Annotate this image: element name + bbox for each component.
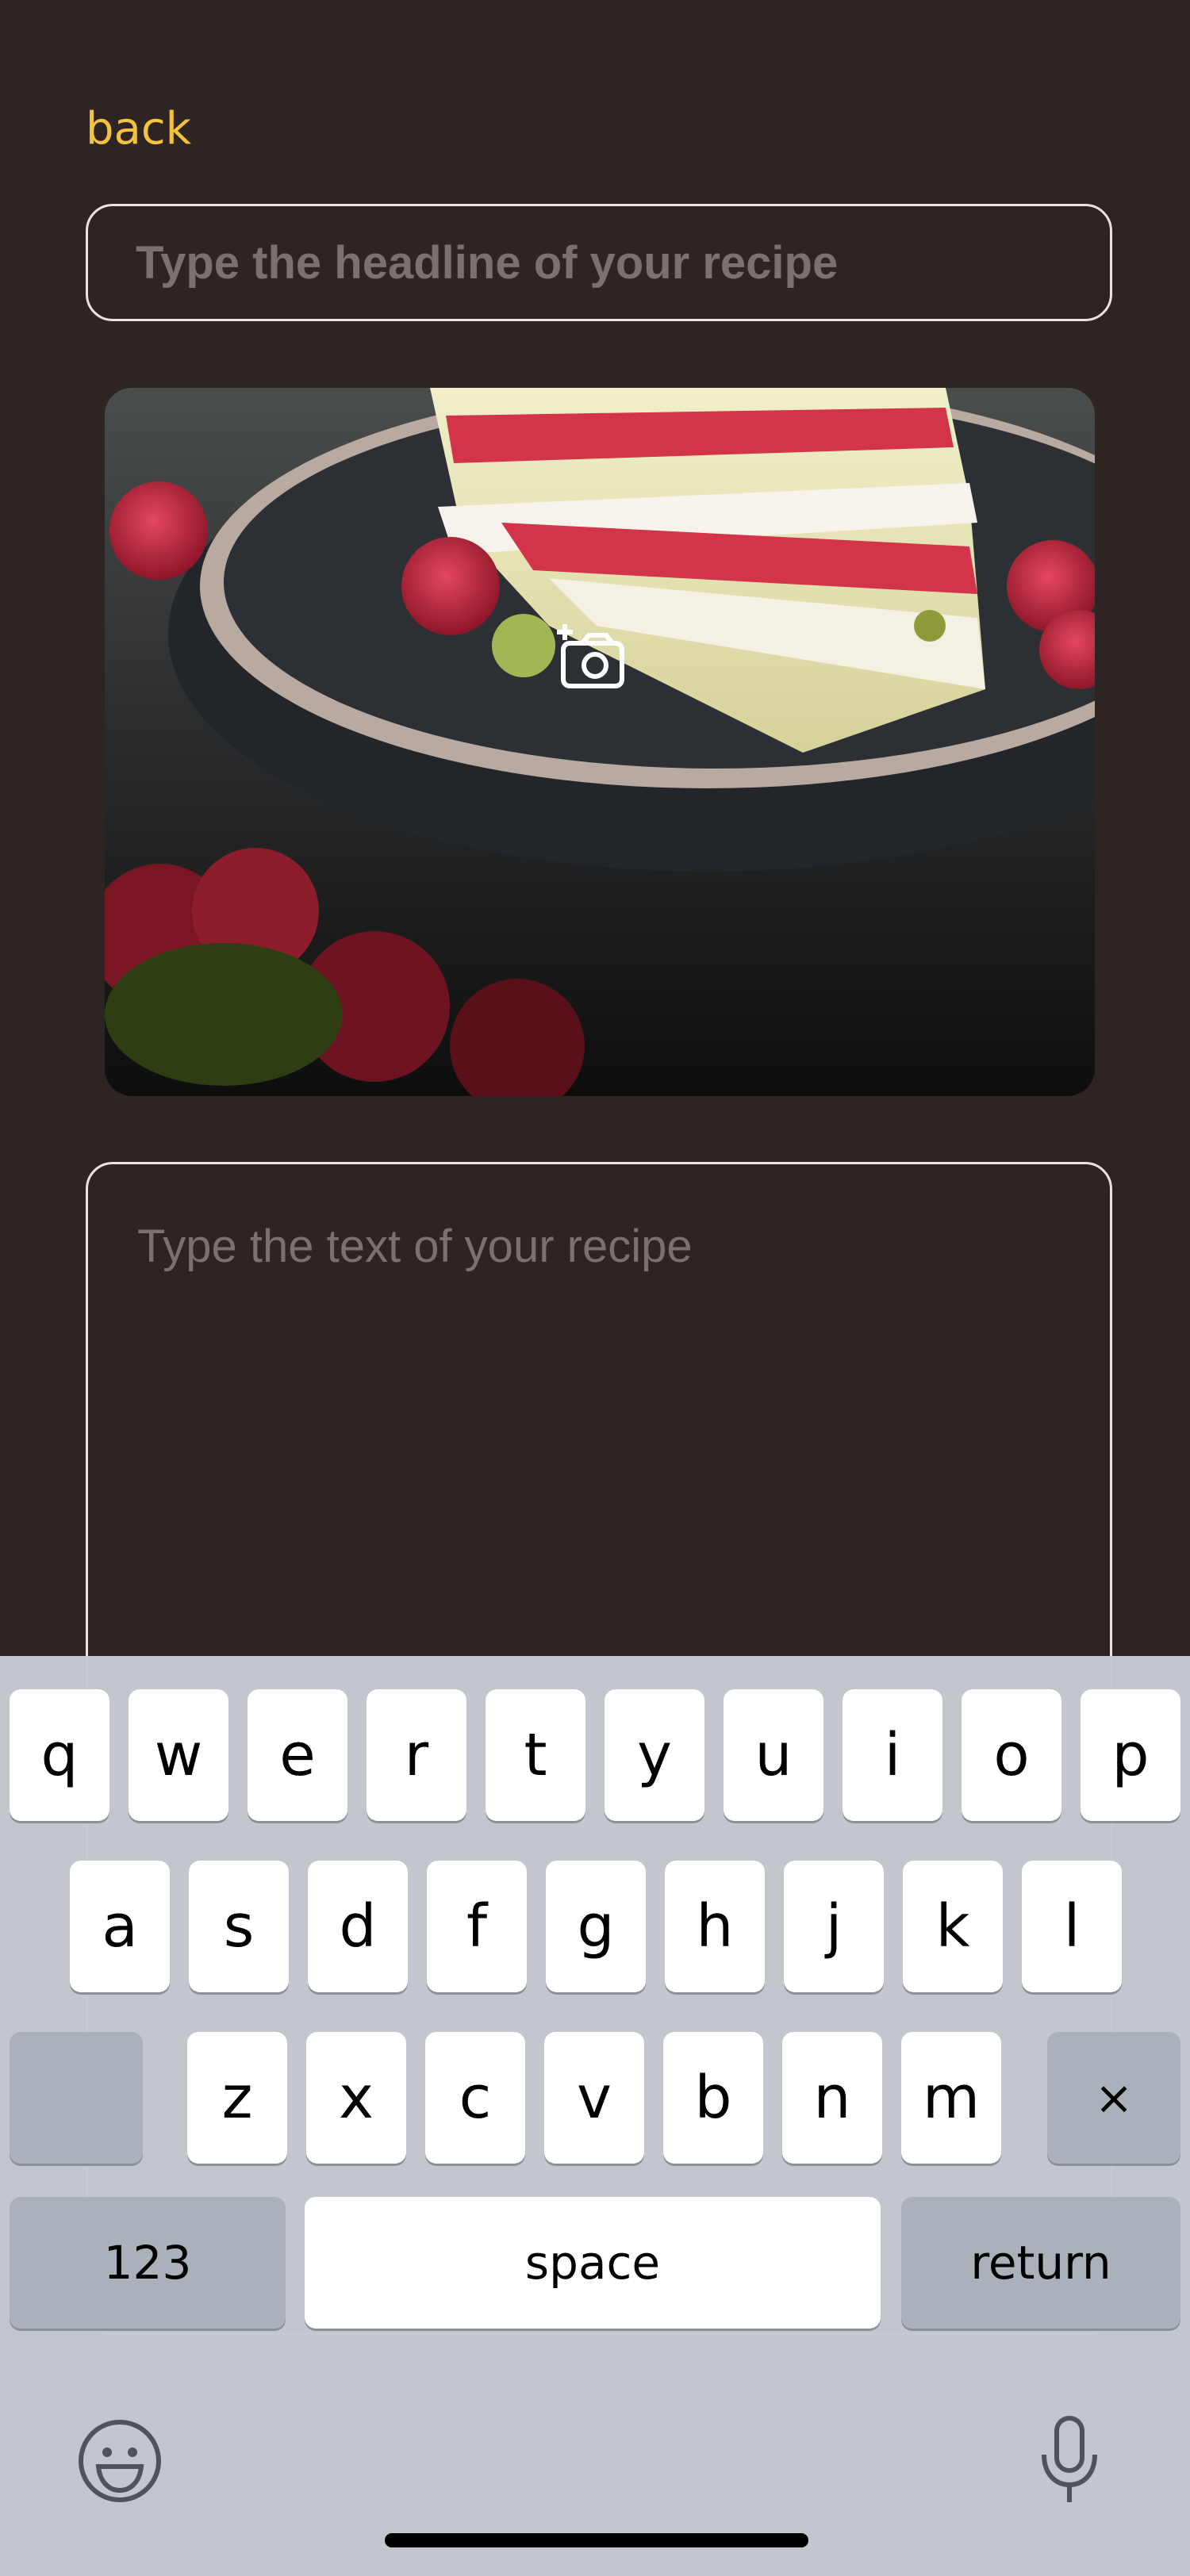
numbers-key[interactable]: 123: [10, 2197, 286, 2329]
return-key[interactable]: return: [901, 2197, 1180, 2329]
delete-key[interactable]: ×: [1047, 2032, 1180, 2164]
recipe-photo-image: [105, 388, 1095, 1096]
recipe-text-placeholder: Type the text of your recipe: [137, 1221, 693, 1272]
key-k[interactable]: k: [903, 1861, 1003, 1992]
home-indicator[interactable]: [385, 2533, 808, 2547]
key-c[interactable]: c: [425, 2032, 525, 2164]
shift-key[interactable]: [10, 2032, 143, 2164]
key-p[interactable]: p: [1081, 1689, 1180, 1821]
key-v[interactable]: v: [544, 2032, 644, 2164]
key-l[interactable]: l: [1022, 1861, 1122, 1992]
key-h[interactable]: h: [665, 1861, 765, 1992]
key-z[interactable]: z: [187, 2032, 287, 2164]
key-t[interactable]: t: [486, 1689, 585, 1821]
headline-placeholder: Type the headline of your recipe: [136, 236, 839, 289]
space-key[interactable]: space: [305, 2197, 881, 2329]
back-button[interactable]: back: [86, 103, 191, 155]
key-r[interactable]: r: [367, 1689, 466, 1821]
key-m[interactable]: m: [901, 2032, 1001, 2164]
key-s[interactable]: s: [189, 1861, 289, 1992]
key-e[interactable]: e: [248, 1689, 347, 1821]
key-j[interactable]: j: [784, 1861, 884, 1992]
key-u[interactable]: u: [724, 1689, 823, 1821]
key-b[interactable]: b: [663, 2032, 763, 2164]
microphone-icon[interactable]: [1039, 2415, 1100, 2507]
key-f[interactable]: f: [427, 1861, 527, 1992]
key-n[interactable]: n: [782, 2032, 882, 2164]
key-g[interactable]: g: [546, 1861, 646, 1992]
key-w[interactable]: w: [129, 1689, 228, 1821]
recipe-photo[interactable]: [105, 388, 1095, 1096]
key-a[interactable]: a: [70, 1861, 170, 1992]
key-d[interactable]: d: [308, 1861, 408, 1992]
key-y[interactable]: y: [605, 1689, 704, 1821]
key-o[interactable]: o: [962, 1689, 1061, 1821]
key-q[interactable]: q: [10, 1689, 109, 1821]
add-photo-camera-icon[interactable]: [554, 621, 630, 697]
emoji-icon[interactable]: [76, 2417, 163, 2505]
key-x[interactable]: x: [306, 2032, 406, 2164]
headline-input[interactable]: Type the headline of your recipe: [86, 204, 1112, 321]
key-i[interactable]: i: [843, 1689, 942, 1821]
